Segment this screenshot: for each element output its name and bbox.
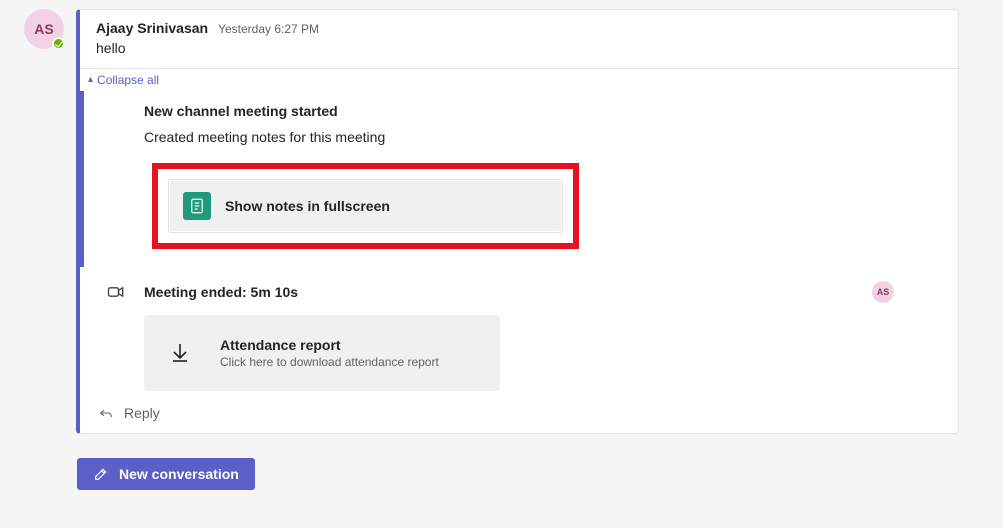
message-card: Ajaay Srinivasan Yesterday 6:27 PM hello… [76,9,959,434]
meeting-notes-icon [183,192,211,220]
message-timestamp: Yesterday 6:27 PM [218,22,319,36]
sender-avatar[interactable]: AS [24,9,64,49]
new-conversation-button[interactable]: New conversation [77,458,255,490]
show-notes-label: Show notes in fullscreen [225,198,390,214]
reply-label: Reply [124,405,160,421]
meeting-ended-label: Meeting ended: 5m 10s [144,284,872,300]
annotation-highlight-box: Show notes in fullscreen [152,163,579,249]
avatar-initials: AS [34,21,53,37]
participant-avatar[interactable]: AS [872,281,894,303]
attendance-report-description: Click here to download attendance report [220,355,439,369]
meeting-notes-created-label: Created meeting notes for this meeting [144,119,942,145]
reply-button[interactable]: Reply [80,391,958,433]
collapse-all-label: Collapse all [97,73,159,87]
collapse-all-button[interactable]: ▴ Collapse all [80,68,958,91]
meeting-started-heading: New channel meeting started [144,91,942,119]
sender-name[interactable]: Ajaay Srinivasan [96,20,208,36]
chevron-up-icon: ▴ [88,74,93,85]
download-icon [168,341,192,365]
video-camera-icon [106,282,126,302]
reply-icon [98,405,114,421]
presence-badge-available [52,37,65,50]
attendance-report-title: Attendance report [220,337,439,353]
show-notes-fullscreen-button[interactable]: Show notes in fullscreen [168,179,563,233]
compose-icon [93,466,109,482]
message-body: hello [96,40,942,56]
attendance-report-card[interactable]: Attendance report Click here to download… [144,315,500,391]
new-conversation-label: New conversation [119,466,239,482]
